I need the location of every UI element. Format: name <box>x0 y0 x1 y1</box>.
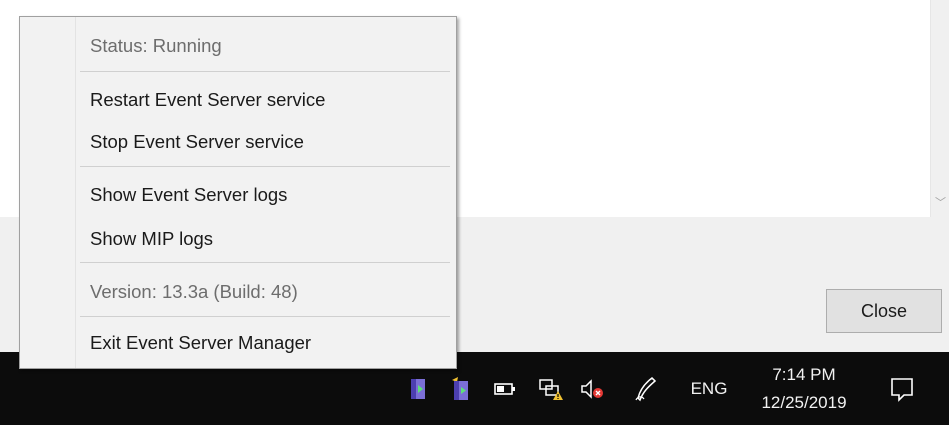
menu-item-stop-service[interactable]: Stop Event Server service <box>76 123 454 161</box>
pen-icon[interactable] <box>632 352 660 425</box>
taskbar-clock[interactable]: 7:14 PM 12/25/2019 <box>744 352 864 425</box>
clock-date: 12/25/2019 <box>761 392 847 412</box>
menu-item-status: Status: Running <box>90 35 222 56</box>
clock-time: 7:14 PM <box>772 364 836 384</box>
close-button[interactable]: Close <box>826 289 942 333</box>
menu-separator <box>80 166 450 167</box>
menu-item-exit[interactable]: Exit Event Server Manager <box>76 324 454 362</box>
menu-icon-gutter <box>20 17 76 368</box>
menu-item-show-mip-logs[interactable]: Show MIP logs <box>76 220 454 258</box>
menu-separator <box>80 71 450 72</box>
tray-context-menu: Status: Running Restart Event Server ser… <box>19 16 457 369</box>
action-center-icon[interactable] <box>880 352 924 425</box>
language-indicator[interactable]: ENG <box>684 352 734 425</box>
battery-icon[interactable] <box>491 352 519 425</box>
scroll-down-icon[interactable]: ﹀ <box>931 198 949 209</box>
menu-item-version: Version: 13.3a (Build: 48) <box>90 281 298 302</box>
network-warning-icon[interactable] <box>537 352 565 425</box>
menu-separator <box>80 262 450 263</box>
menu-item-show-event-server-logs[interactable]: Show Event Server logs <box>76 176 454 214</box>
vertical-scrollbar[interactable]: ﹀ <box>930 0 949 217</box>
menu-separator <box>80 316 450 317</box>
menu-item-restart-service[interactable]: Restart Event Server service <box>76 81 454 119</box>
volume-muted-icon[interactable] <box>578 352 606 425</box>
